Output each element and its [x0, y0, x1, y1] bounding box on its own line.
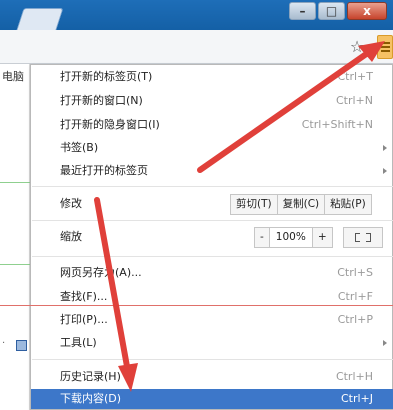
cut-button[interactable]: 剪切(T) [230, 194, 278, 215]
browser-toolbar: ☆ [0, 30, 393, 64]
menu-item-recent-tabs[interactable]: 最近打开的标签页 [31, 161, 393, 181]
submenu-arrow-icon [383, 340, 387, 346]
zoom-out-button[interactable]: - [254, 227, 270, 248]
menu-separator [32, 220, 393, 221]
menu-item-downloads[interactable]: 下载内容(D) Ctrl+J [31, 389, 393, 409]
menu-item-save-page-as[interactable]: 网页另存为(A)... Ctrl+S [31, 263, 393, 283]
fullscreen-button[interactable] [343, 227, 383, 248]
paste-button[interactable]: 粘贴(P) [324, 194, 372, 215]
window-icon [16, 340, 27, 351]
menu-item-print[interactable]: 打印(P)... Ctrl+P [31, 310, 393, 330]
zoom-level: 100% [268, 227, 313, 248]
menu-item-new-window[interactable]: 打开新的窗口(N) Ctrl+N [31, 91, 393, 111]
menu-separator [32, 256, 393, 257]
browser-tab[interactable] [16, 8, 64, 30]
divider [0, 182, 30, 183]
title-bar: – □ x [0, 0, 393, 30]
menu-row-zoom: 缩放 [60, 230, 82, 243]
menu-item-history[interactable]: 历史记录(H) Ctrl+H [31, 367, 393, 387]
submenu-arrow-icon [383, 145, 387, 151]
zoom-controls: - 100% + [254, 227, 333, 248]
menu-item-tools[interactable]: 工具(L) [31, 333, 393, 353]
menu-item-find[interactable]: 查找(F)... Ctrl+F [31, 287, 393, 307]
page-divider-line [0, 305, 393, 306]
left-pane-dot: · [2, 338, 6, 349]
menu-item-bookmarks[interactable]: 书签(B) [31, 138, 393, 158]
zoom-in-button[interactable]: + [311, 227, 333, 248]
maximize-button[interactable]: □ [318, 2, 345, 20]
close-button[interactable]: x [347, 2, 387, 20]
chrome-menu: 打开新的标签页(T) Ctrl+T 打开新的窗口(N) Ctrl+N 打开新的隐… [30, 64, 393, 410]
star-icon[interactable]: ☆ [347, 37, 367, 57]
minimize-button[interactable]: – [289, 2, 316, 20]
divider [0, 264, 30, 265]
submenu-arrow-icon [383, 168, 387, 174]
fullscreen-icon [366, 237, 371, 242]
hamburger-menu-icon[interactable] [377, 35, 393, 59]
menu-separator [32, 186, 393, 187]
menu-separator [32, 359, 393, 360]
copy-button[interactable]: 复制(C) [276, 194, 326, 215]
fullscreen-icon [355, 237, 360, 242]
left-pane-label: 电脑 [2, 70, 24, 83]
page-background [0, 64, 30, 410]
window-controls: – □ x [289, 2, 387, 20]
edit-button-group: 剪切(T) 复制(C) 粘贴(P) [230, 194, 372, 215]
menu-item-incognito[interactable]: 打开新的隐身窗口(I) Ctrl+Shift+N [31, 115, 393, 135]
menu-item-new-tab[interactable]: 打开新的标签页(T) Ctrl+T [31, 67, 393, 87]
